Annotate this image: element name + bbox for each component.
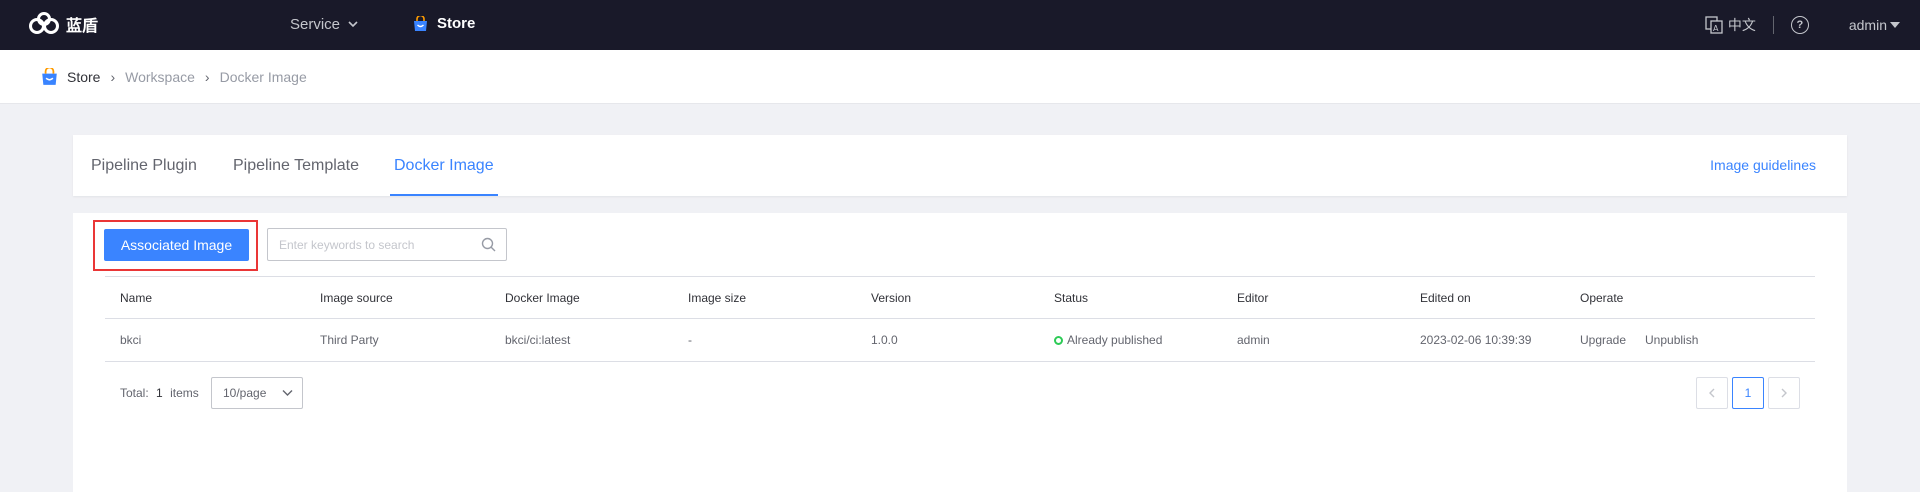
logo-text: 蓝盾 [66, 18, 99, 35]
nav-service-menu[interactable]: Service [290, 16, 358, 33]
app-logo[interactable]: 蓝盾 [28, 11, 98, 37]
image-guidelines-link[interactable]: Image guidelines [1710, 135, 1816, 196]
column-header: Status [1054, 291, 1089, 305]
chevron-down-icon [282, 390, 293, 396]
top-right-controls: A 中文 ? admin [1705, 0, 1900, 50]
nav-store-label: Store [437, 15, 476, 32]
total-count: Total: 1 items [120, 386, 199, 400]
total-suffix: items [170, 386, 199, 400]
image-name-link[interactable]: bkci [120, 319, 141, 361]
table-header: Name Image source Docker Image Image siz… [105, 276, 1815, 319]
tab-docker-image[interactable]: Docker Image [390, 135, 498, 196]
tab-pipeline-plugin[interactable]: Pipeline Plugin [91, 135, 197, 196]
help-icon[interactable]: ? [1790, 16, 1809, 34]
column-header: Image source [320, 291, 393, 305]
column-header: Operate [1580, 291, 1624, 305]
table-row: bkci Third Party bkci/ci:latest - 1.0.0 … [105, 319, 1815, 362]
image-version: 1.0.0 [871, 333, 898, 347]
chevron-right-icon: › [204, 68, 210, 85]
search-icon[interactable] [481, 237, 496, 252]
column-header: Editor [1237, 291, 1269, 305]
pagination: 1 [1696, 377, 1800, 409]
user-menu[interactable]: admin [1849, 17, 1900, 33]
store-icon [42, 67, 57, 85]
nav-store-link[interactable]: Store [412, 15, 475, 32]
breadcrumb-docker-image: Docker Image [219, 68, 307, 85]
chevron-right-icon: › [110, 68, 116, 85]
tabs-bar: Pipeline Plugin Pipeline Template Docker… [73, 135, 1847, 196]
translate-icon: A [1705, 16, 1723, 34]
associated-image-button[interactable]: Associated Image [104, 229, 249, 261]
image-source: Third Party [320, 333, 379, 347]
breadcrumb-store[interactable]: Store [40, 67, 101, 86]
editor: admin [1237, 333, 1270, 347]
caret-down-icon [1890, 22, 1900, 28]
image-size: - [688, 333, 692, 347]
docker-image: bkci/ci:latest [505, 333, 571, 347]
nav-service-label: Service [290, 16, 341, 33]
search-box [267, 228, 507, 261]
upgrade-link[interactable]: Upgrade [1580, 319, 1626, 361]
chevron-down-icon [348, 21, 358, 28]
svg-text:A: A [1713, 24, 1719, 33]
edited-on: 2023-02-06 10:39:39 [1420, 333, 1532, 347]
store-icon [414, 15, 427, 31]
status-label: Already published [1067, 333, 1163, 347]
prev-page-button[interactable] [1696, 377, 1728, 409]
language-label: 中文 [1727, 17, 1756, 33]
status-dot-icon [1054, 335, 1063, 345]
status-badge: Already published [1054, 319, 1162, 361]
image-table: Name Image source Docker Image Image siz… [105, 276, 1815, 362]
user-name: admin [1848, 17, 1887, 33]
breadcrumb-store-label: Store [67, 68, 101, 85]
total-prefix: Total: [120, 386, 149, 400]
page-size-value: 10/page [223, 386, 267, 400]
chevron-left-icon [1709, 388, 1715, 398]
column-header: Name [120, 291, 153, 305]
breadcrumb: Store › Workspace › Docker Image [0, 50, 1920, 104]
tab-pipeline-template[interactable]: Pipeline Template [233, 135, 359, 196]
total-number: 1 [156, 386, 163, 400]
column-header: Docker Image [505, 291, 580, 305]
nav-divider [1772, 16, 1774, 34]
breadcrumb-workspace[interactable]: Workspace [125, 69, 195, 85]
chevron-right-icon [1781, 388, 1787, 398]
next-page-button[interactable] [1768, 377, 1800, 409]
column-header: Version [871, 291, 912, 305]
page-number-button[interactable]: 1 [1732, 377, 1764, 409]
unpublish-link[interactable]: Unpublish [1645, 319, 1698, 361]
search-input[interactable] [268, 229, 468, 260]
page-size-select[interactable]: 10/page [211, 377, 303, 409]
logo-icon [29, 12, 59, 34]
column-header: Edited on [1420, 291, 1471, 305]
top-navbar: 蓝盾 Service Store A 中文 ? admin [0, 0, 1920, 50]
language-switcher[interactable]: A 中文 [1705, 15, 1756, 35]
column-header: Image size [688, 291, 747, 305]
